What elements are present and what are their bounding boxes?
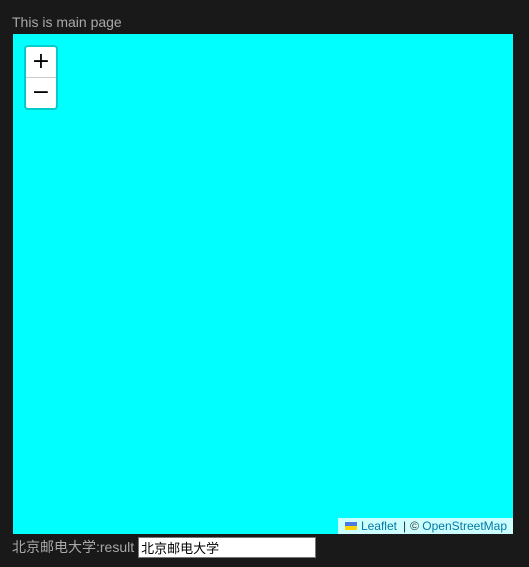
leaflet-link[interactable]: Leaflet: [361, 518, 397, 534]
page-heading: This is main page: [12, 14, 122, 30]
ukraine-flag-icon: [344, 522, 357, 530]
map-attribution: Leaflet | © OpenStreetMap: [337, 518, 513, 534]
result-row: 北京邮电大学:result: [12, 536, 317, 558]
openstreetmap-link[interactable]: OpenStreetMap: [422, 518, 507, 534]
result-label: 北京邮电大学:result: [12, 539, 135, 555]
zoom-control: + −: [24, 45, 58, 110]
result-input[interactable]: [138, 536, 317, 558]
map-container[interactable]: + − Leaflet | © OpenStreetMap: [13, 34, 513, 534]
zoom-out-button[interactable]: −: [26, 78, 56, 108]
zoom-in-button[interactable]: +: [26, 47, 56, 78]
attribution-separator: |: [402, 519, 407, 533]
copyright-symbol: ©: [410, 519, 419, 533]
